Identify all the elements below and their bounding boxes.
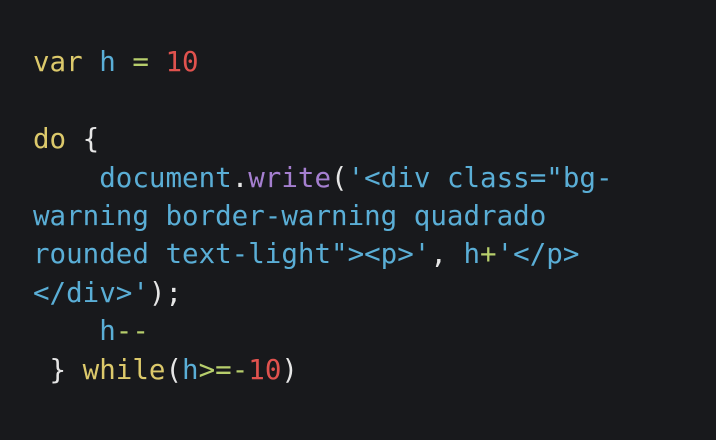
- code-token: h: [182, 354, 199, 386]
- code-line: warning border-warning quadrado: [33, 198, 546, 234]
- code-token: .: [231, 162, 249, 194]
- code-line: h--: [33, 313, 149, 349]
- code-block: var h = 10 do { document.write('<div clas…: [0, 0, 716, 440]
- code-token: </div>': [33, 277, 149, 309]
- code-token: {: [66, 123, 100, 155]
- code-token: =: [132, 46, 149, 78]
- code-token: --: [115, 315, 149, 347]
- code-token: '</p>: [496, 238, 580, 270]
- code-token: warning border-warning quadrado: [33, 200, 547, 232]
- code-token: var: [33, 46, 83, 78]
- code-line: rounded text-light"><p>', h+'</p>: [33, 236, 579, 272]
- code-token: ): [281, 354, 298, 386]
- code-token: (: [165, 354, 183, 386]
- code-token: do: [33, 123, 67, 155]
- code-token: write: [248, 162, 332, 194]
- code-token: h: [99, 46, 116, 78]
- code-token: >=-: [198, 354, 249, 386]
- code-token: h: [463, 238, 481, 270]
- code-token: h: [99, 315, 116, 347]
- code-line: document.write('<div class="bg-: [33, 160, 613, 196]
- code-line: do {: [33, 121, 99, 157]
- code-token: 10: [248, 354, 282, 386]
- code-token: ,: [430, 238, 464, 270]
- code-line: </div>');: [33, 275, 182, 311]
- code-token: }: [33, 354, 83, 386]
- code-token: (: [331, 162, 348, 194]
- code-token: +: [480, 238, 497, 270]
- code-line: } while(h>=-10): [33, 352, 298, 388]
- code-token: rounded text-light"><p>': [33, 238, 431, 270]
- code-token: document: [99, 162, 232, 194]
- code-line: var h = 10: [33, 44, 199, 80]
- code-token: '<div class="bg-: [347, 162, 613, 194]
- code-token: while: [82, 354, 166, 386]
- code-token: );: [148, 277, 183, 309]
- code-token: 10: [165, 46, 199, 78]
